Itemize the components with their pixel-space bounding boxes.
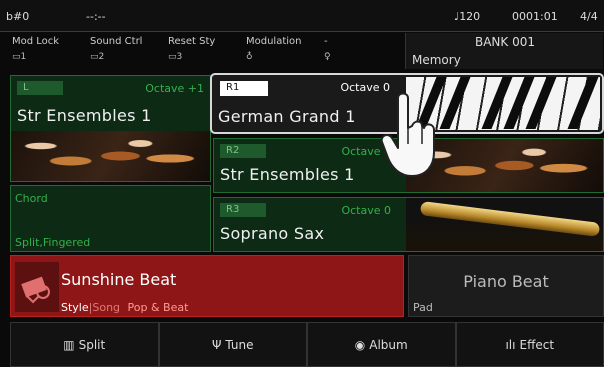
style-panel[interactable]: Sunshine Beat Style|Song Pop & Beat bbox=[10, 255, 404, 317]
chord-mode: Split,Fingered bbox=[15, 236, 91, 249]
voice-r3-octave: Octave 0 bbox=[341, 204, 391, 217]
keyboard-icon: ▥ bbox=[63, 337, 75, 352]
voice-l-image bbox=[11, 131, 210, 181]
status-bar: b#0 --:-- ♩120 0001:01 4/4 bbox=[0, 0, 604, 32]
style-tab[interactable]: Style bbox=[61, 301, 89, 314]
pad-label: Pad bbox=[413, 301, 433, 314]
tuning-fork-icon: Ψ bbox=[211, 337, 222, 352]
time-signature: 4/4 bbox=[580, 10, 598, 23]
hand-pointer-icon bbox=[380, 92, 440, 186]
song-tab[interactable]: Song bbox=[92, 301, 120, 314]
album-icon: ◉ bbox=[354, 337, 366, 352]
voice-r3-panel[interactable]: R3 Octave 0 Soprano Sax bbox=[213, 197, 604, 252]
chord-readout: --:-- bbox=[86, 10, 106, 23]
voice-l-panel[interactable]: L Octave +1 Str Ensembles 1 bbox=[10, 75, 211, 182]
chord-title: Chord bbox=[15, 192, 48, 205]
voice-l-tag: L bbox=[17, 81, 63, 95]
pad-name: Piano Beat bbox=[463, 272, 549, 291]
effect-button[interactable]: ılı Effect bbox=[455, 322, 604, 367]
voice-r3-name: Soprano Sax bbox=[220, 224, 325, 243]
style-tabs: Style|Song Pop & Beat bbox=[61, 301, 188, 314]
album-button[interactable]: ◉ Album bbox=[307, 322, 456, 367]
key-indicator: b#0 bbox=[6, 10, 30, 23]
voice-r3-tag: R3 bbox=[220, 203, 266, 217]
voice-r2-tag: R2 bbox=[220, 144, 266, 158]
style-icon bbox=[15, 262, 59, 312]
split-button[interactable]: ▥ Split bbox=[10, 322, 159, 367]
tempo-readout: ♩120 bbox=[454, 10, 481, 23]
chord-panel[interactable]: Chord Split,Fingered bbox=[10, 185, 211, 252]
style-name: Sunshine Beat bbox=[61, 270, 177, 289]
bottom-toolbar: ▥ Split Ψ Tune ◉ Album ılı Effect bbox=[10, 322, 604, 367]
voice-l-name: Str Ensembles 1 bbox=[17, 106, 152, 125]
voice-r2-name: Str Ensembles 1 bbox=[220, 165, 355, 184]
voice-r3-image bbox=[406, 198, 603, 251]
voice-r1-name: German Grand 1 bbox=[218, 107, 356, 126]
style-category: Pop & Beat bbox=[127, 301, 189, 314]
bank-memory-panel[interactable]: BANK 001 Memory bbox=[405, 33, 603, 69]
tune-button[interactable]: Ψ Tune bbox=[158, 322, 307, 367]
voice-r1-tag: R1 bbox=[220, 81, 268, 96]
measure-readout: 0001:01 bbox=[512, 10, 558, 23]
bank-title: BANK 001 bbox=[474, 35, 535, 49]
effect-bars-icon: ılı bbox=[505, 337, 516, 352]
pad-panel[interactable]: Piano Beat Pad bbox=[408, 255, 604, 317]
memory-label: Memory bbox=[412, 53, 461, 67]
voice-l-octave: Octave +1 bbox=[145, 82, 204, 95]
